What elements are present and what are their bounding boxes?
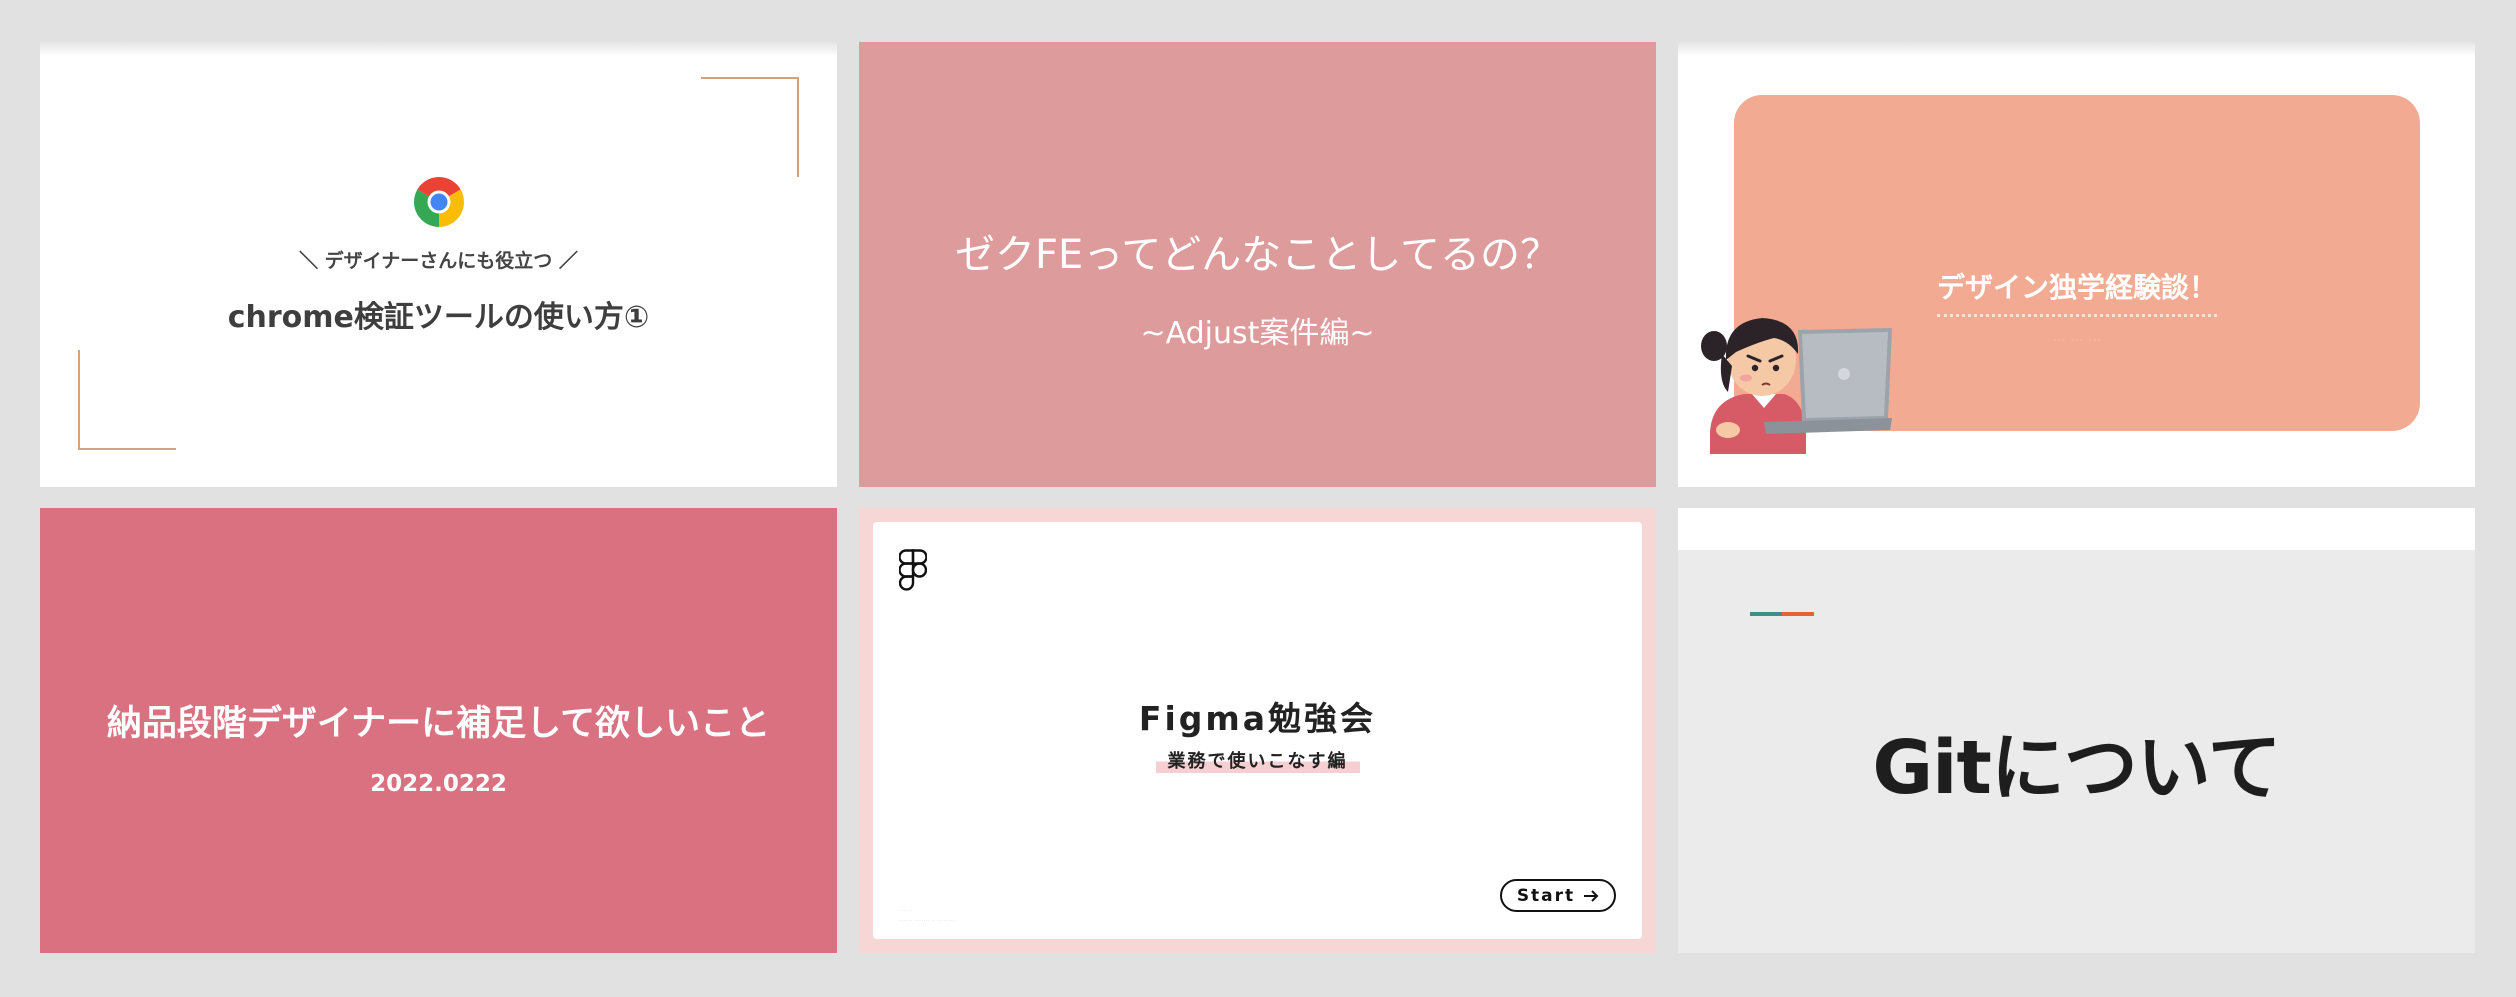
card-top-shadow [40, 42, 837, 56]
slide-inner-frame: Figma勉強会 業務で使いこなす編 ··· ·· ······ ······· … [873, 522, 1642, 939]
card-top-shadow [1678, 42, 2475, 56]
slide-subtitle: ~Adjust案件編~ [1140, 316, 1375, 351]
slide-date: 2022.0222 [370, 771, 507, 797]
corner-decoration-top-right [701, 77, 799, 177]
accent-line-teal [1750, 612, 1782, 616]
slide-subtitle: 業務で使いこなす編 [1155, 747, 1360, 773]
accent-line-orange [1782, 612, 1814, 616]
chrome-icon [414, 177, 464, 227]
slide-thumbnail-figma-study[interactable]: Figma勉強会 業務で使いこなす編 ··· ·· ······ ······· … [859, 508, 1656, 953]
girl-with-laptop-illustration [1701, 318, 1892, 454]
slide-thumbnail-zeku-fe[interactable]: ゼクFEってどんなことしてるの？ ~Adjust案件編~ [859, 42, 1656, 487]
slide-title: ゼクFEってどんなことしてるの？ [954, 232, 1561, 278]
footer-faint-text: ··· ·· ······ ······· · ········ [899, 907, 955, 925]
start-button[interactable]: Start [1500, 879, 1616, 912]
slide-subtitle: ＼ デザイナーさんにも役立つ ／ [299, 250, 578, 272]
accent-line [1750, 612, 1814, 616]
slide-thumbnail-delivery-stage[interactable]: 納品段階デザイナーに補足して欲しいこと 2022.0222 [40, 508, 837, 953]
corner-decoration-bottom-left [78, 350, 176, 450]
top-white-band [1678, 508, 2475, 550]
start-button-label: Start [1516, 885, 1576, 906]
slide-thumbnail-design-self-study[interactable]: デザイン独学経験談！ ··· ··· ··· [1678, 42, 2475, 487]
slide-title: chrome検証ツールの使い方① [227, 300, 650, 335]
figma-icon [899, 549, 927, 591]
slide-thumbnail-git[interactable]: Gitについて [1678, 508, 2475, 953]
slide-title: Figma勉強会 [1138, 699, 1377, 738]
slide-subtitle-wrap: 業務で使いこなす編 [873, 747, 1642, 773]
slide-thumbnail-chrome-devtools[interactable]: ＼ デザイナーさんにも役立つ ／ chrome検証ツールの使い方① [40, 42, 837, 487]
arrow-right-icon [1584, 889, 1599, 902]
slide-title: 納品段階デザイナーに補足して欲しいこと [106, 704, 771, 744]
slide-title: Gitについて [1872, 725, 2281, 811]
